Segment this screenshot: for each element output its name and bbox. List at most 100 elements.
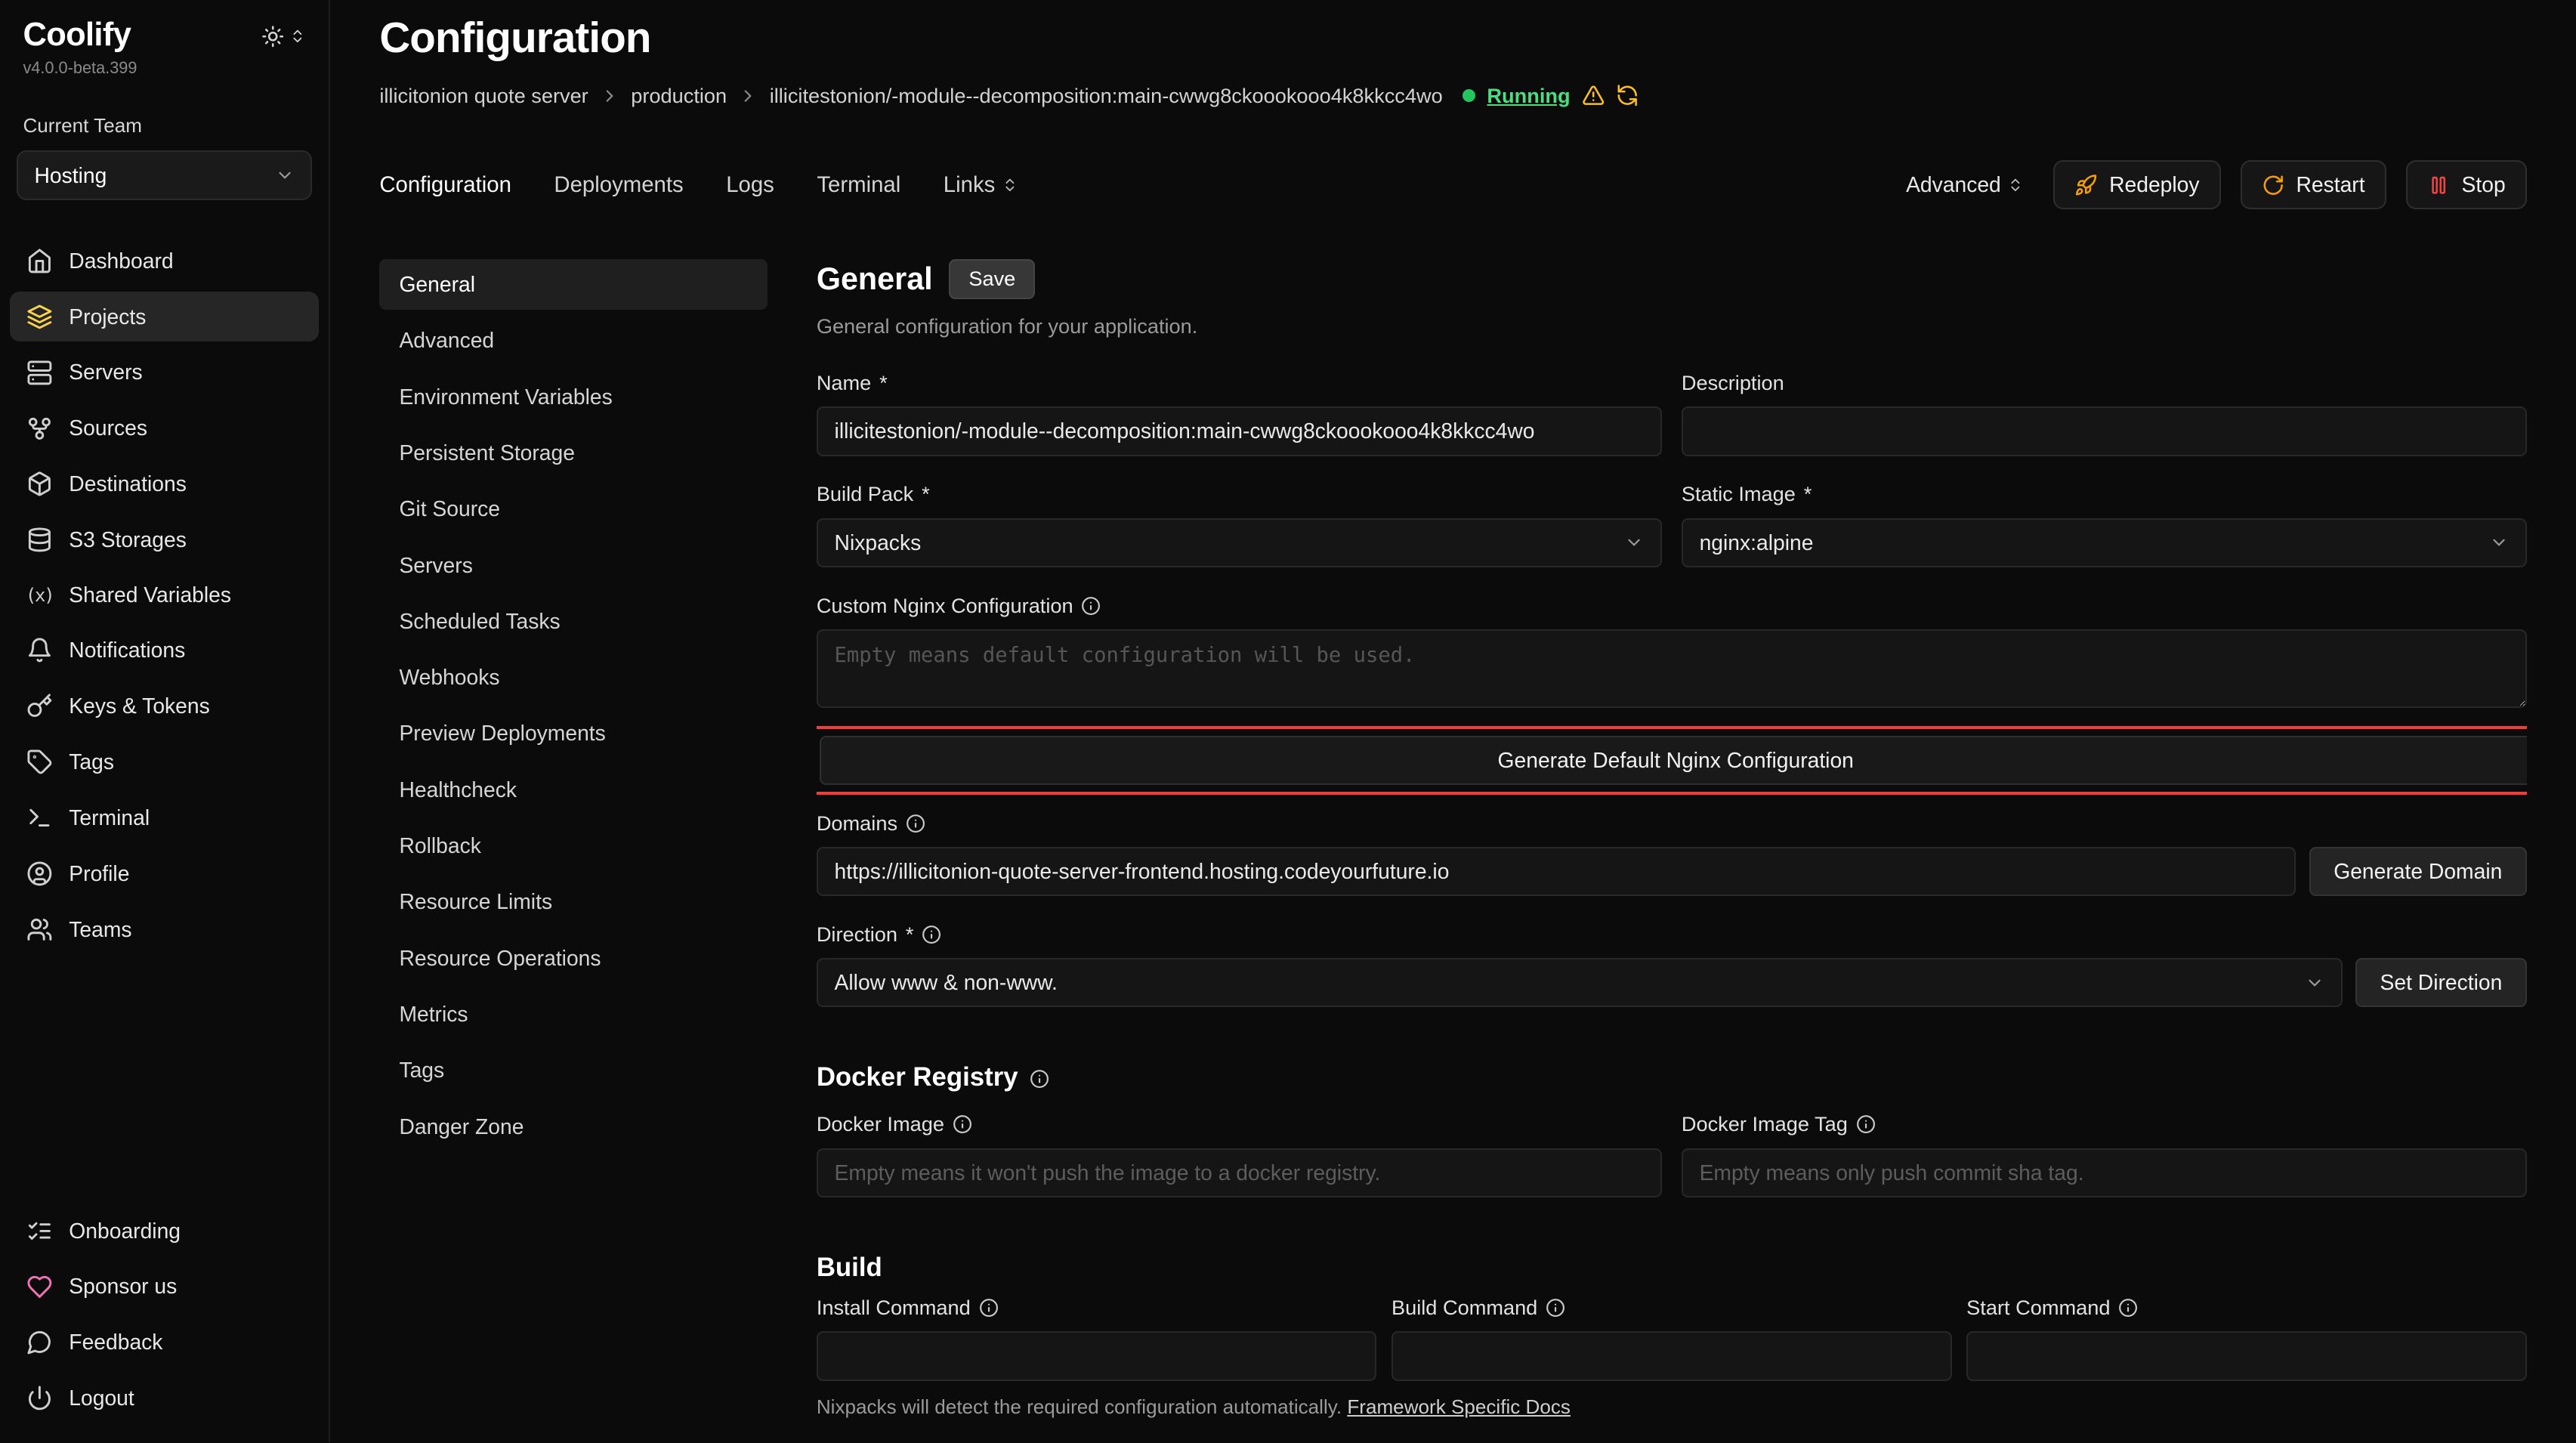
- subnav-item-webhooks[interactable]: Webhooks: [379, 652, 767, 703]
- info-icon[interactable]: [979, 1298, 999, 1318]
- docker-image-input[interactable]: [817, 1148, 1662, 1197]
- sidebar-item-notifications[interactable]: Notifications: [10, 626, 319, 675]
- terminal-icon: [26, 805, 53, 831]
- subnav-item-persistent-storage[interactable]: Persistent Storage: [379, 428, 767, 479]
- sidebar-item-shared-variables[interactable]: (x) Shared Variables: [10, 571, 319, 619]
- tab-logs[interactable]: Logs: [726, 172, 774, 198]
- framework-docs-link[interactable]: Framework Specific Docs: [1347, 1395, 1571, 1418]
- subnav-item-general[interactable]: General: [379, 259, 767, 311]
- sidebar-item-sources[interactable]: Sources: [10, 403, 319, 453]
- chevron-down-icon: [2489, 533, 2509, 552]
- status-running-link[interactable]: Running: [1487, 84, 1570, 108]
- info-icon[interactable]: [2118, 1298, 2138, 1318]
- sidebar-item-label: Sources: [69, 416, 147, 440]
- install-command-input[interactable]: [817, 1331, 1377, 1380]
- subnav-item-danger-zone[interactable]: Danger Zone: [379, 1101, 767, 1152]
- tab-links[interactable]: Links: [944, 172, 1018, 198]
- subnav-item-tags[interactable]: Tags: [379, 1045, 767, 1096]
- direction-select[interactable]: Allow www & non-www.: [817, 958, 2343, 1007]
- breadcrumb: illicitonion quote server production ill…: [379, 84, 2526, 108]
- subnav-item-advanced[interactable]: Advanced: [379, 315, 767, 366]
- sidebar-item-servers[interactable]: Servers: [10, 348, 319, 397]
- generate-domain-button[interactable]: Generate Domain: [2309, 847, 2527, 896]
- breadcrumb-environment[interactable]: production: [631, 84, 727, 108]
- key-icon: [26, 693, 53, 719]
- set-direction-button[interactable]: Set Direction: [2355, 958, 2527, 1007]
- subnav-item-scheduled-tasks[interactable]: Scheduled Tasks: [379, 595, 767, 647]
- info-icon[interactable]: [953, 1114, 972, 1134]
- brand-title: Coolify: [23, 17, 131, 54]
- start-command-label: Start Command: [1966, 1296, 2527, 1320]
- pause-icon: [2427, 174, 2450, 196]
- advanced-dropdown[interactable]: Advanced: [1906, 172, 2024, 197]
- container-icon: [26, 471, 53, 497]
- name-input[interactable]: [817, 406, 1662, 456]
- sidebar-item-label: Shared Variables: [69, 582, 231, 607]
- team-select[interactable]: Hosting: [17, 150, 313, 199]
- sidebar-item-label: Notifications: [69, 638, 185, 663]
- subnav-item-preview-deployments[interactable]: Preview Deployments: [379, 708, 767, 759]
- info-icon[interactable]: [922, 925, 941, 944]
- build-command-input[interactable]: [1391, 1331, 1952, 1380]
- theme-chevrons-icon[interactable]: [289, 28, 306, 45]
- generate-default-nginx-button[interactable]: Generate Default Nginx Configuration: [820, 736, 2527, 785]
- sidebar-item-label: Terminal: [69, 805, 150, 830]
- sidebar-item-s3-storages[interactable]: S3 Storages: [10, 515, 319, 564]
- redeploy-button[interactable]: Redeploy: [2053, 160, 2220, 209]
- static-image-select[interactable]: nginx:alpine: [1682, 518, 2527, 567]
- stop-button[interactable]: Stop: [2406, 160, 2527, 209]
- sidebar-item-destinations[interactable]: Destinations: [10, 459, 319, 508]
- sidebar-item-dashboard[interactable]: Dashboard: [10, 236, 319, 286]
- breadcrumb-project[interactable]: illicitonion quote server: [379, 84, 588, 108]
- direction-label: Direction*: [817, 922, 2527, 947]
- sidebar-item-label: Servers: [69, 360, 142, 385]
- subnav-item-environment-variables[interactable]: Environment Variables: [379, 371, 767, 422]
- subnav-item-metrics[interactable]: Metrics: [379, 989, 767, 1040]
- general-form: General Save General configuration for y…: [817, 259, 2527, 1443]
- config-subnav: General Advanced Environment Variables P…: [379, 259, 767, 1443]
- info-icon[interactable]: [1856, 1114, 1876, 1134]
- sidebar-item-label: Tags: [69, 749, 114, 774]
- bell-icon: [26, 637, 53, 663]
- info-icon[interactable]: [906, 814, 925, 833]
- chevrons-up-down-icon: [2007, 177, 2024, 193]
- tab-terminal[interactable]: Terminal: [817, 172, 900, 198]
- sidebar-item-keys-tokens[interactable]: Keys & Tokens: [10, 681, 319, 731]
- sidebar-item-sponsor[interactable]: Sponsor us: [10, 1262, 319, 1311]
- docker-image-tag-input[interactable]: [1682, 1148, 2527, 1197]
- start-command-input[interactable]: [1966, 1331, 2527, 1380]
- refresh-status-icon[interactable]: [1616, 84, 1639, 107]
- sidebar-footer-nav: Onboarding Sponsor us Feedback Logout: [0, 1206, 329, 1423]
- warning-triangle-icon[interactable]: [1582, 84, 1605, 107]
- sidebar-item-logout[interactable]: Logout: [10, 1373, 319, 1423]
- subnav-item-rollback[interactable]: Rollback: [379, 820, 767, 872]
- info-icon[interactable]: [1546, 1298, 1565, 1318]
- subnav-item-resource-operations[interactable]: Resource Operations: [379, 932, 767, 984]
- sidebar-item-onboarding[interactable]: Onboarding: [10, 1206, 319, 1255]
- restart-button[interactable]: Restart: [2241, 160, 2386, 209]
- restart-icon: [2262, 174, 2284, 196]
- description-input[interactable]: [1682, 406, 2527, 456]
- sidebar-item-profile[interactable]: Profile: [10, 849, 319, 898]
- save-button[interactable]: Save: [949, 259, 1035, 299]
- sidebar-item-projects[interactable]: Projects: [10, 292, 319, 341]
- rocket-icon: [2074, 174, 2097, 196]
- sidebar-item-tags[interactable]: Tags: [10, 737, 319, 786]
- subnav-item-healthcheck[interactable]: Healthcheck: [379, 764, 767, 815]
- info-icon[interactable]: [1081, 596, 1101, 616]
- sidebar-item-terminal[interactable]: Terminal: [10, 793, 319, 842]
- version-label: v4.0.0-beta.399: [0, 58, 329, 78]
- domains-input[interactable]: [817, 847, 2296, 896]
- tab-deployments[interactable]: Deployments: [554, 172, 683, 198]
- subnav-item-resource-limits[interactable]: Resource Limits: [379, 876, 767, 928]
- subnav-item-servers[interactable]: Servers: [379, 539, 767, 591]
- theme-sun-icon[interactable]: [261, 25, 284, 48]
- sidebar-item-feedback[interactable]: Feedback: [10, 1318, 319, 1367]
- build-pack-select[interactable]: Nixpacks: [817, 518, 1662, 567]
- subnav-item-git-source[interactable]: Git Source: [379, 484, 767, 535]
- custom-nginx-textarea[interactable]: [817, 629, 2527, 708]
- tab-configuration[interactable]: Configuration: [379, 172, 511, 198]
- breadcrumb-resource[interactable]: illicitestonion/-module--decomposition:m…: [770, 84, 1443, 108]
- info-icon[interactable]: [1030, 1069, 1049, 1089]
- sidebar-item-teams[interactable]: Teams: [10, 905, 319, 954]
